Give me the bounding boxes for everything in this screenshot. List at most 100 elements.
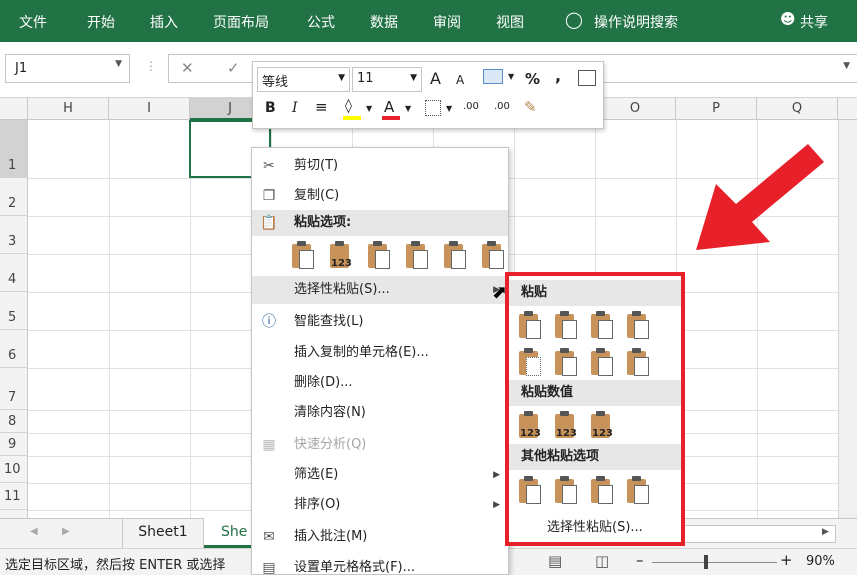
row-header[interactable]: 8 (0, 410, 28, 433)
paste-values-button[interactable]: 123 (328, 241, 354, 271)
row-header[interactable]: 9 (0, 433, 28, 456)
select-all-corner[interactable] (0, 98, 28, 120)
paste-all-button[interactable] (517, 311, 543, 341)
comma-style-button[interactable]: , (555, 66, 561, 85)
share-button[interactable]: 共享 (800, 12, 828, 32)
vertical-scrollbar[interactable] (838, 120, 857, 518)
row-header[interactable]: 6 (0, 330, 28, 368)
zoom-in-button[interactable]: + (780, 551, 793, 569)
lightbulb-icon[interactable]: ◯ (565, 10, 583, 29)
menu-item-insert-comment[interactable]: ✉ 插入批注(M) (252, 523, 508, 551)
tab-insert[interactable]: 插入 (150, 12, 178, 32)
row-header[interactable]: 5 (0, 292, 28, 330)
paste-formulas-numformat-button[interactable] (589, 311, 615, 341)
align-center-icon[interactable]: ≡ (315, 98, 328, 116)
decrease-decimal-button[interactable]: .00 (494, 101, 510, 112)
paste-linked-picture-button[interactable] (625, 476, 651, 506)
tab-file[interactable]: 文件 (19, 12, 47, 32)
person-add-icon[interactable]: ☻ (780, 10, 796, 28)
paste-picture-button[interactable] (589, 476, 615, 506)
menu-item-clear-contents[interactable]: 清除内容(N) (252, 399, 508, 427)
row-header[interactable]: 3 (0, 216, 28, 254)
menu-item-delete[interactable]: 删除(D)... (252, 369, 508, 397)
paste-link-button[interactable] (553, 476, 579, 506)
tab-formulas[interactable]: 公式 (307, 12, 335, 32)
menu-item-sort[interactable]: 排序(O) ▶ (252, 491, 508, 519)
scroll-left-icon[interactable]: ◀ (30, 526, 38, 537)
row-header[interactable]: 2 (0, 178, 28, 216)
page-break-view-icon[interactable]: ◫ (595, 552, 609, 570)
bold-button[interactable]: B (265, 100, 276, 116)
paste-link-button[interactable] (480, 241, 506, 271)
paste-keep-source-button[interactable] (625, 311, 651, 341)
paste-formulas-button[interactable] (553, 311, 579, 341)
column-header[interactable]: O (595, 98, 676, 120)
paste-values-button[interactable]: 123 (517, 411, 543, 441)
row-header[interactable]: 4 (0, 254, 28, 292)
tab-page-layout[interactable]: 页面布局 (213, 12, 269, 32)
chevron-down-icon[interactable]: ▼ (446, 104, 452, 113)
format-table-icon[interactable] (578, 70, 596, 86)
paste-merge-conditional-button[interactable] (625, 348, 651, 378)
fill-color-icon[interactable]: ◊ (345, 98, 352, 114)
borders-icon[interactable] (425, 100, 441, 116)
cell-styles-icon[interactable] (483, 69, 503, 84)
name-box[interactable]: J1 ▼ (5, 54, 130, 83)
paste-transpose-button[interactable] (589, 348, 615, 378)
sheet-tab-active[interactable]: She (204, 518, 254, 548)
scroll-right-icon[interactable]: ▶ (62, 526, 70, 537)
paste-column-widths-button[interactable] (553, 348, 579, 378)
column-header[interactable]: Q (757, 98, 838, 120)
paste-button[interactable] (290, 241, 316, 271)
column-header[interactable]: H (28, 98, 109, 120)
zoom-slider-thumb[interactable] (704, 555, 708, 569)
page-layout-view-icon[interactable]: ▤ (548, 552, 562, 570)
paste-values-source-format-button[interactable]: 123 (589, 411, 615, 441)
row-header[interactable]: 7 (0, 368, 28, 410)
chevron-down-icon[interactable]: ▼ (366, 104, 372, 113)
tab-data[interactable]: 数据 (370, 12, 398, 32)
menu-item-copy[interactable]: ❐ 复制(C) (252, 182, 508, 210)
drag-handle-icon[interactable]: ⋮ (145, 59, 157, 73)
enter-check-icon[interactable]: ✓ (227, 59, 240, 77)
paste-formatting-button[interactable] (442, 241, 468, 271)
zoom-slider[interactable] (652, 562, 777, 563)
menu-item-format-cells[interactable]: ▤ 设置单元格格式(F)... (252, 554, 508, 574)
row-header[interactable]: 11 (0, 483, 28, 510)
zoom-out-button[interactable]: – (636, 551, 644, 569)
percent-style-button[interactable]: % (525, 70, 540, 88)
font-name-dropdown[interactable]: 等线 ▼ (257, 67, 350, 92)
paste-no-borders-button[interactable] (517, 348, 543, 378)
tell-me-search[interactable]: 操作说明搜索 (594, 12, 678, 32)
increase-decimal-button[interactable]: .00 (463, 101, 479, 112)
paste-formatting-button[interactable] (517, 476, 543, 506)
zoom-level[interactable]: 90% (806, 554, 835, 569)
menu-item-filter[interactable]: 筛选(E) ▶ (252, 461, 508, 489)
italic-button[interactable]: I (292, 100, 298, 116)
font-size-dropdown[interactable]: 11 ▼ (352, 67, 422, 92)
submenu-paste-special[interactable]: 选择性粘贴(S)... (547, 516, 643, 535)
scroll-right-arrow-icon[interactable]: ▶ (822, 527, 829, 537)
menu-item-smart-lookup[interactable]: ⓘ 智能查找(L) (252, 308, 508, 336)
paste-formulas-button[interactable] (366, 241, 392, 271)
column-header[interactable]: I (109, 98, 190, 120)
grow-font-button[interactable]: A (430, 69, 441, 88)
tab-view[interactable]: 视图 (496, 12, 524, 32)
row-header[interactable]: 1 (0, 120, 28, 178)
expand-formula-icon[interactable]: ▼ (843, 61, 850, 71)
menu-item-insert-copied[interactable]: 插入复制的单元格(E)... (252, 339, 508, 367)
row-header[interactable]: 10 (0, 456, 28, 483)
cancel-icon[interactable]: ✕ (181, 59, 194, 77)
menu-item-cut[interactable]: ✂ 剪切(T) (252, 152, 508, 180)
tab-home[interactable]: 开始 (87, 12, 115, 32)
paste-transpose-button[interactable] (404, 241, 430, 271)
format-painter-icon[interactable]: ✎ (524, 98, 537, 116)
chevron-down-icon[interactable]: ▼ (115, 59, 122, 69)
menu-item-paste-special[interactable]: 选择性粘贴(S)... ▶ (252, 276, 508, 304)
chevron-down-icon[interactable]: ▼ (508, 72, 514, 81)
column-header[interactable]: P (676, 98, 757, 120)
paste-values-numformat-button[interactable]: 123 (553, 411, 579, 441)
shrink-font-button[interactable]: A (456, 73, 464, 87)
chevron-down-icon[interactable]: ▼ (405, 104, 411, 113)
font-color-button[interactable]: A (384, 98, 394, 116)
